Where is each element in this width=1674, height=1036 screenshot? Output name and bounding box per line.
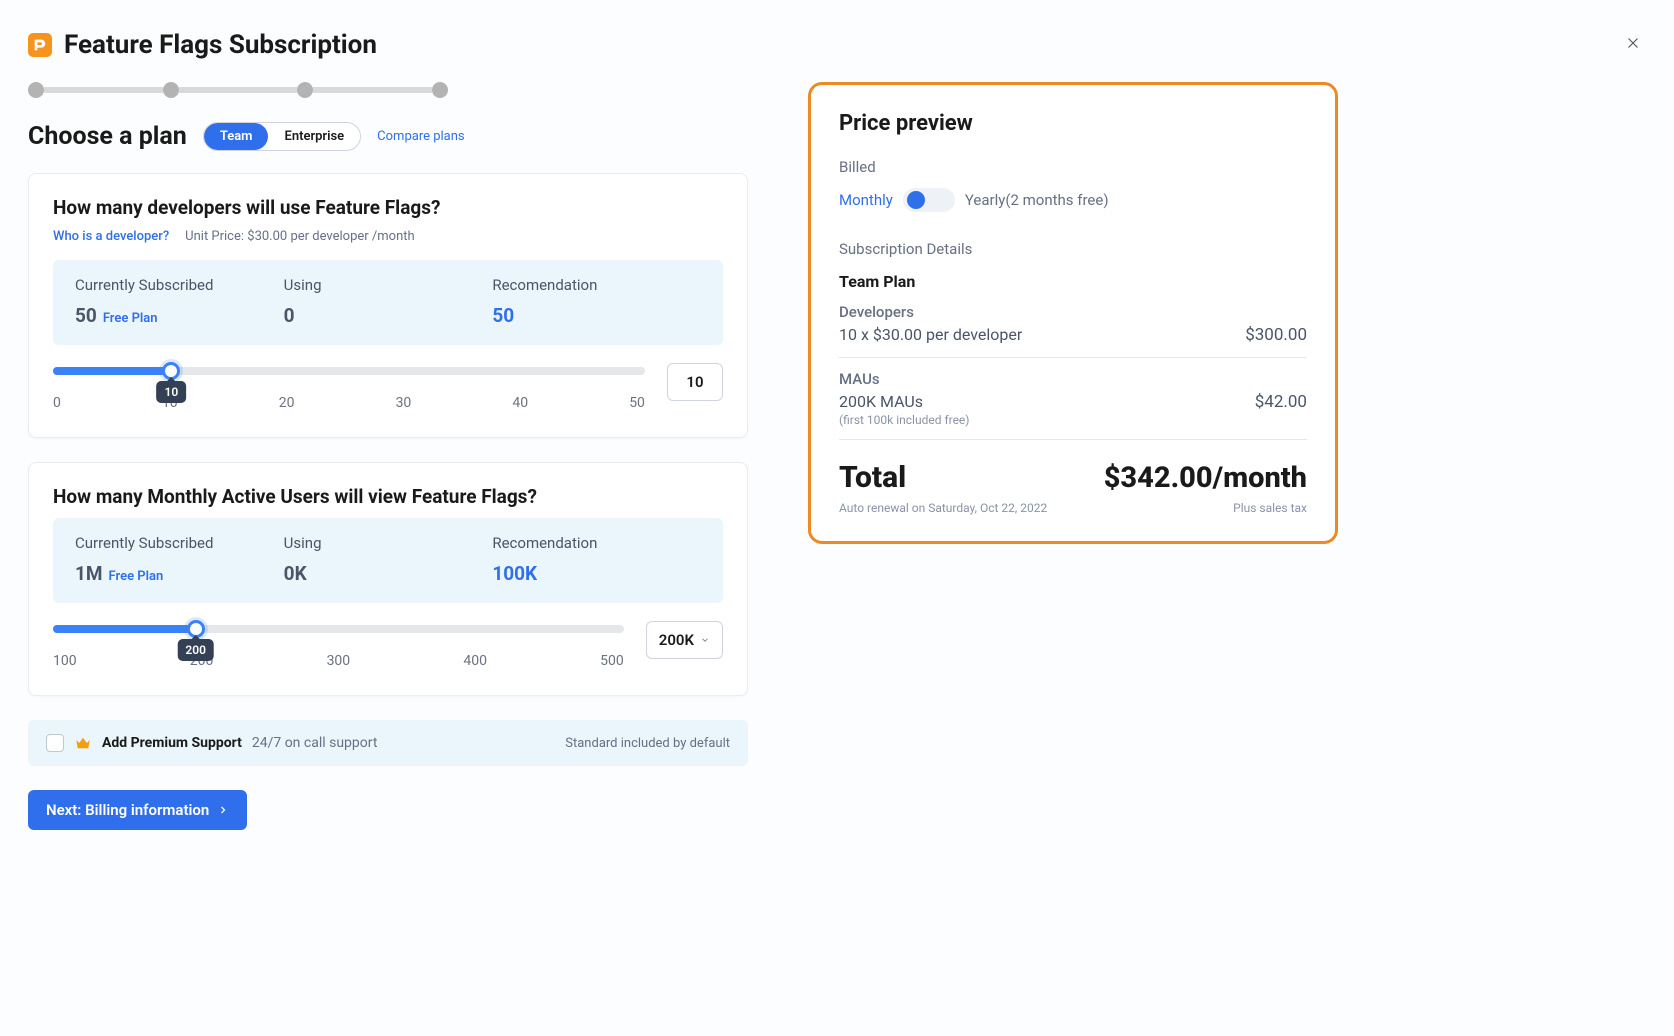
step-dot — [297, 82, 313, 98]
unit-price-text: Unit Price: $30.00 per developer /month — [185, 229, 415, 244]
tax-note: Plus sales tax — [1233, 501, 1307, 515]
compare-plans-link[interactable]: Compare plans — [377, 129, 464, 144]
renewal-note: Auto renewal on Saturday, Oct 22, 2022 — [839, 501, 1047, 515]
subscription-details-heading: Subscription Details — [839, 240, 1307, 258]
using-label: Using — [284, 534, 493, 552]
maus-line-desc: 200K MAUs (first 100k included free) — [839, 392, 969, 427]
premium-checkbox[interactable] — [46, 734, 64, 752]
step-dot — [432, 82, 448, 98]
slider-tick: 100 — [53, 653, 77, 669]
slider-tick: 500 — [600, 653, 624, 669]
slider-tick: 40 — [512, 395, 528, 411]
crown-icon — [74, 734, 92, 752]
premium-subtitle: 24/7 on call support — [252, 735, 378, 751]
monthly-option[interactable]: Monthly — [839, 191, 893, 209]
next-button[interactable]: Next: Billing information — [28, 790, 247, 830]
slider-tick: 0 — [53, 395, 61, 411]
team-segment[interactable]: Team — [204, 123, 269, 150]
choose-plan-heading: Choose a plan — [28, 122, 187, 151]
maus-line-note: (first 100k included free) — [839, 413, 969, 427]
currently-value: 1MFree Plan — [75, 562, 284, 585]
slider-tick: 300 — [327, 653, 351, 669]
developers-stats: Currently Subscribed 50Free Plan Using 0… — [53, 260, 723, 345]
plan-name: Team Plan — [839, 272, 1307, 291]
mau-value-select[interactable]: 200K — [646, 621, 723, 659]
maus-line-amount: $42.00 — [1255, 392, 1307, 412]
maus-line-label: MAUs — [839, 370, 1307, 388]
developers-line-desc: 10 x $30.00 per developer — [839, 325, 1022, 344]
billing-switch[interactable] — [903, 188, 955, 212]
step-line — [179, 87, 298, 93]
step-line — [313, 87, 432, 93]
currently-plan: Free Plan — [103, 311, 158, 326]
price-preview-heading: Price preview — [839, 111, 1307, 136]
progress-stepper — [28, 82, 448, 98]
close-button[interactable] — [1620, 30, 1646, 60]
step-dot — [163, 82, 179, 98]
page-title-row: Feature Flags Subscription — [28, 30, 377, 60]
mau-card: How many Monthly Active Users will view … — [28, 462, 748, 696]
developers-line-label: Developers — [839, 303, 1307, 321]
developers-value-input[interactable]: 10 — [667, 363, 723, 401]
slider-value-badge: 10 — [157, 381, 187, 403]
product-logo-icon — [28, 33, 52, 57]
slider-value-badge: 200 — [177, 639, 214, 661]
mau-stats: Currently Subscribed 1MFree Plan Using 0… — [53, 518, 723, 603]
premium-support-row: Add Premium Support 24/7 on call support… — [28, 720, 748, 766]
recommendation-label: Recomendation — [492, 534, 701, 552]
premium-note: Standard included by default — [565, 736, 730, 751]
billed-label: Billed — [839, 158, 1307, 176]
who-is-developer-link[interactable]: Who is a developer? — [53, 229, 169, 244]
slider-tick: 400 — [463, 653, 487, 669]
developers-slider[interactable]: 10 0 10 20 30 40 50 — [53, 363, 645, 411]
chevron-down-icon — [700, 635, 710, 645]
total-amount: $342.00/month — [1104, 461, 1307, 495]
using-label: Using — [284, 276, 493, 294]
step-line — [44, 87, 163, 93]
price-preview-panel: Price preview Billed Monthly Yearly(2 mo… — [808, 82, 1338, 544]
developers-heading: How many developers will use Feature Fla… — [53, 196, 723, 219]
enterprise-segment[interactable]: Enterprise — [268, 123, 360, 150]
total-label: Total — [839, 460, 906, 495]
currently-label: Currently Subscribed — [75, 534, 284, 552]
slider-tick: 20 — [279, 395, 295, 411]
currently-label: Currently Subscribed — [75, 276, 284, 294]
page-title: Feature Flags Subscription — [64, 30, 377, 60]
recommendation-label: Recomendation — [492, 276, 701, 294]
developers-line-amount: $300.00 — [1245, 325, 1307, 345]
yearly-option[interactable]: Yearly(2 months free) — [965, 191, 1109, 209]
step-dot — [28, 82, 44, 98]
recommendation-value: 100K — [492, 562, 701, 585]
plan-type-toggle[interactable]: Team Enterprise — [203, 122, 361, 151]
slider-tick: 30 — [396, 395, 412, 411]
using-value: 0 — [284, 304, 493, 327]
slider-tick: 50 — [629, 395, 645, 411]
currently-plan: Free Plan — [109, 569, 164, 584]
recommendation-value: 50 — [492, 304, 701, 327]
mau-heading: How many Monthly Active Users will view … — [53, 485, 723, 508]
premium-title: Add Premium Support — [102, 735, 242, 751]
currently-value: 50Free Plan — [75, 304, 284, 327]
using-value: 0K — [284, 562, 493, 585]
chevron-right-icon — [217, 804, 229, 816]
mau-slider[interactable]: 200 100 200 300 400 500 — [53, 621, 624, 669]
developers-card: How many developers will use Feature Fla… — [28, 173, 748, 438]
